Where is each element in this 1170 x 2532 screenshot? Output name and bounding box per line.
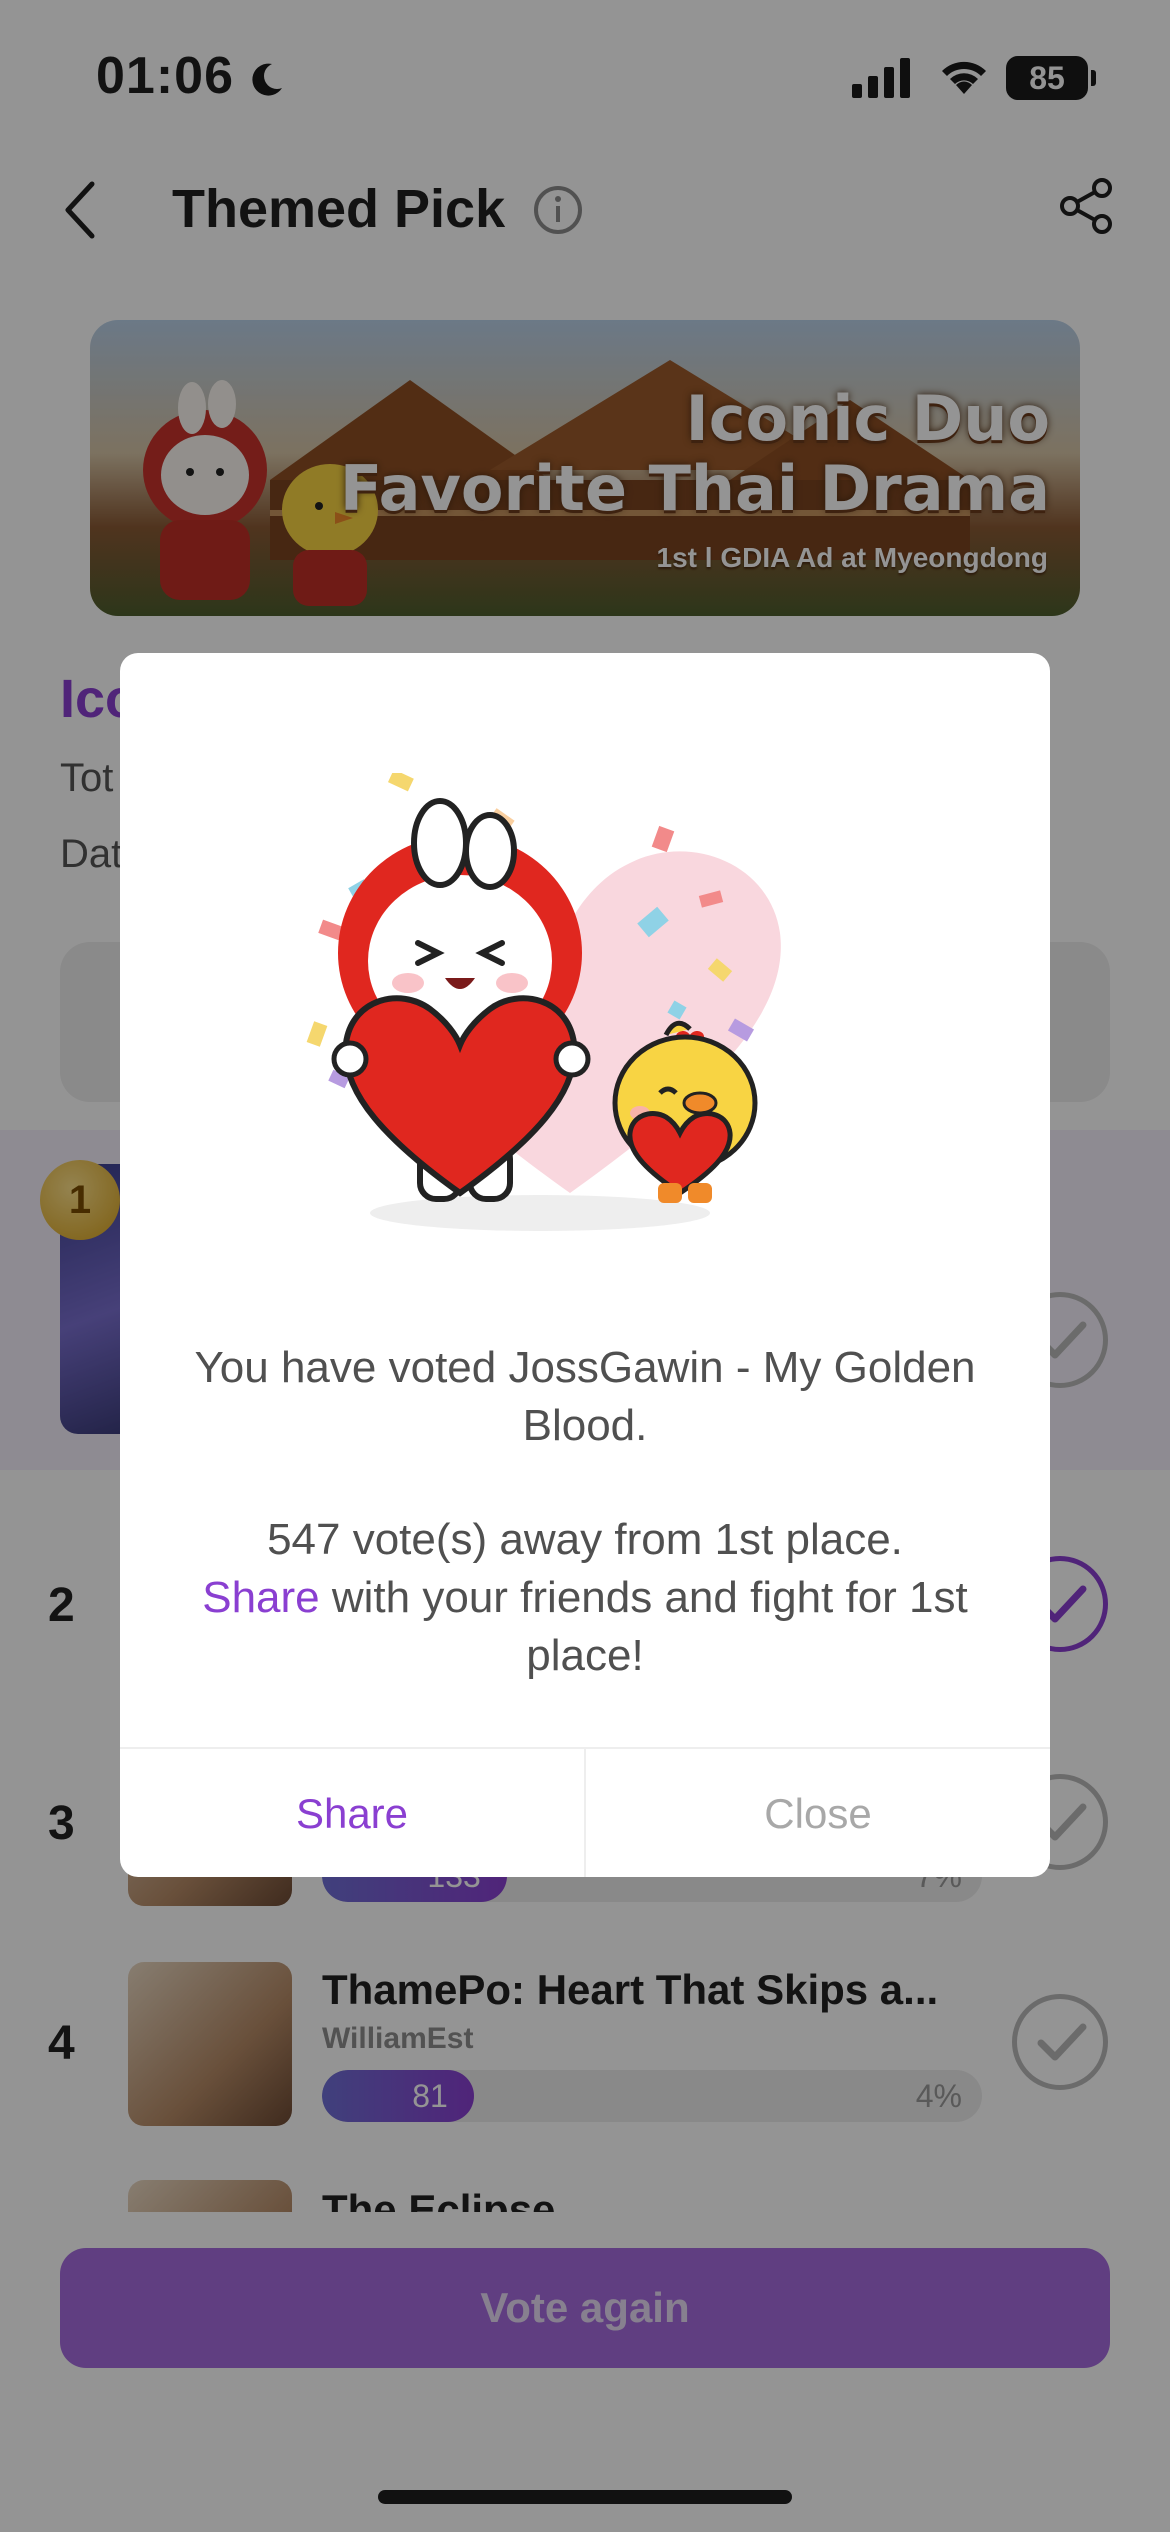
close-button[interactable]: Close bbox=[586, 1749, 1050, 1877]
share-prompt: Share with your friends and fight for 1s… bbox=[180, 1569, 990, 1685]
vote-confirmation-dialog: You have voted JossGawin - My Golden Blo… bbox=[120, 653, 1050, 1877]
votes-away-message: 547 vote(s) away from 1st place. Share w… bbox=[180, 1511, 990, 1685]
share-button[interactable]: Share bbox=[120, 1749, 584, 1877]
celebration-mascots-illustration bbox=[306, 773, 781, 1231]
share-inline-link[interactable]: Share bbox=[202, 1573, 319, 1622]
dialog-actions: Share Close bbox=[120, 1747, 1050, 1877]
share-prompt-text: with your friends and fight for 1st plac… bbox=[319, 1573, 968, 1680]
vote-confirmation-message: You have voted JossGawin - My Golden Blo… bbox=[194, 1343, 976, 1450]
home-indicator[interactable] bbox=[378, 2490, 792, 2504]
votes-away-text: 547 vote(s) away from 1st place. bbox=[267, 1515, 903, 1564]
